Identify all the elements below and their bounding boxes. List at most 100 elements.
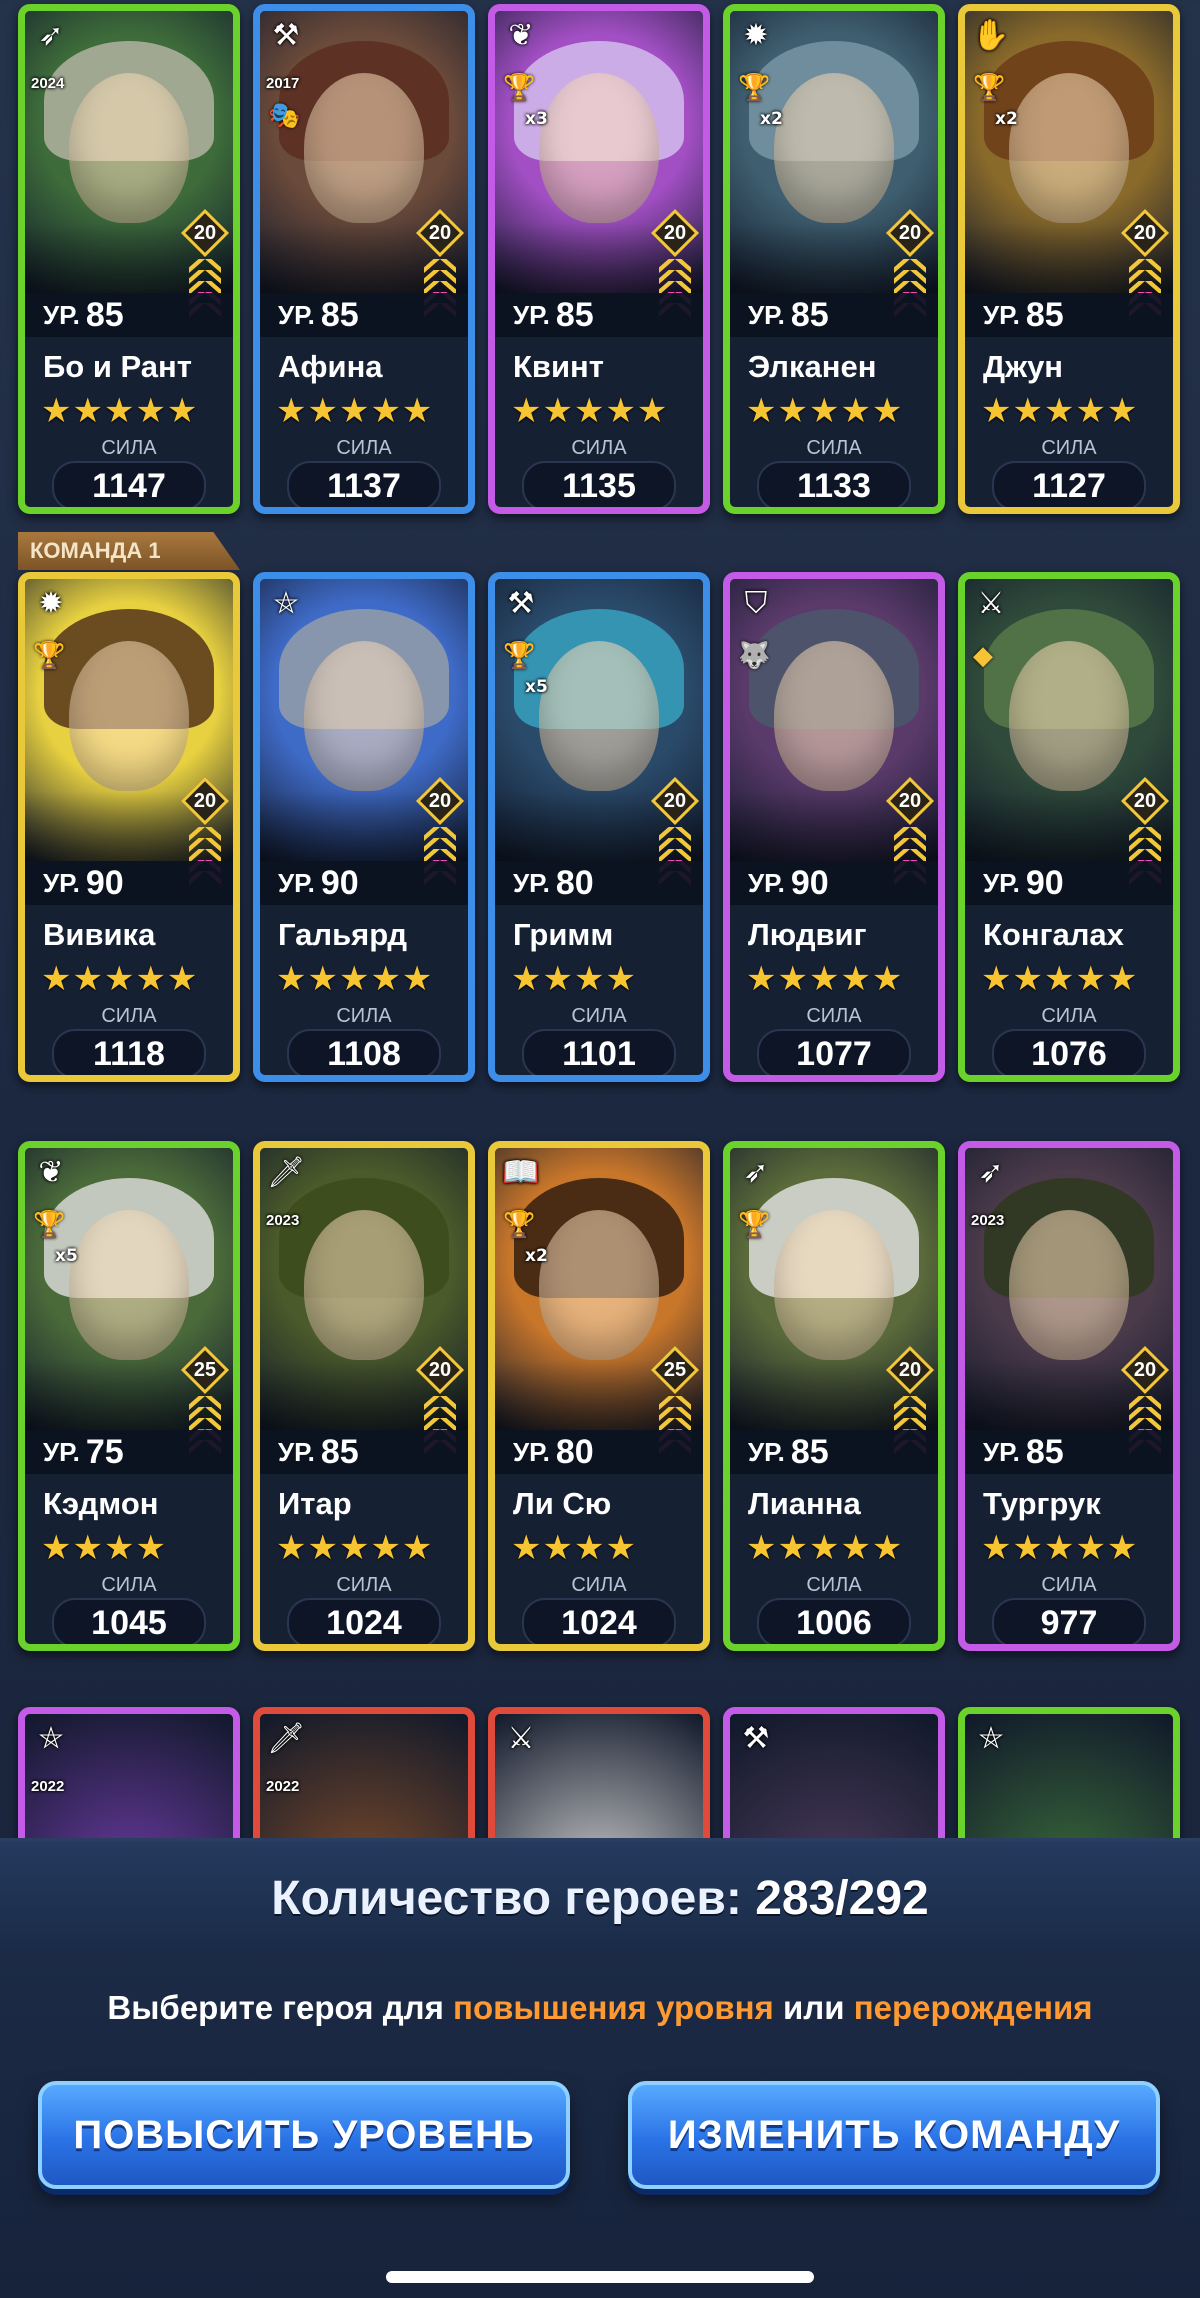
level-value: 90	[85, 863, 124, 902]
feather-icon: ❦	[38, 1154, 64, 1190]
level-value: 85	[555, 295, 594, 334]
hero-card[interactable]: ➶ 🏆 20 УР. 85 Лианна ★★★★★ СИЛА 1006	[723, 1141, 945, 1651]
change-team-button[interactable]: ИЗМЕНИТЬ КОМАНДУ	[628, 2081, 1160, 2189]
level-bar: УР. 90	[25, 861, 233, 905]
hero-card[interactable]: 📖 🏆 x2 25 УР. 80 Ли Сю ★★★★ СИЛА 1024	[488, 1141, 710, 1651]
chevron-icon	[424, 838, 456, 852]
hero-name: Кэдмон	[43, 1486, 159, 1521]
level-value: 85	[320, 295, 359, 334]
power-label: СИЛА	[806, 437, 862, 459]
hero-card[interactable]: ⛉ 🐺 20 УР. 90 Людвиг ★★★★★ СИЛА 1077	[723, 572, 945, 1082]
level-prefix: УР.	[278, 299, 315, 330]
level-prefix: УР.	[278, 867, 315, 898]
chevron-icon	[659, 838, 691, 852]
hero-name: Квинт	[513, 349, 604, 384]
hero-face	[1009, 73, 1129, 223]
hero-name: Тургрук	[983, 1486, 1101, 1521]
chevron-icon	[659, 1407, 691, 1421]
hero-count-label: Количество героев:	[271, 1872, 742, 1925]
power-value: 1024	[522, 1598, 676, 1644]
power-label: СИЛА	[571, 1574, 627, 1596]
chevron-icon	[1129, 1396, 1161, 1410]
hero-face	[1009, 641, 1129, 791]
power-value: 1076	[992, 1029, 1146, 1075]
power-label: СИЛА	[806, 1005, 862, 1027]
chevron-icon	[189, 838, 221, 852]
multiplier-badge: x2	[760, 109, 783, 129]
hint-text: Выберите героя для	[107, 1989, 454, 2026]
hero-card[interactable]: ⛤ 20 УР. 90 Гальярд ★★★★★ СИЛА 1108	[253, 572, 475, 1082]
hero-card[interactable]: ❦ 🏆 x3 20 УР. 85 Квинт ★★★★★ СИЛА 1135	[488, 4, 710, 514]
rank-badge: 25	[650, 1345, 700, 1395]
rank-value: 20	[428, 789, 452, 812]
star-rating: ★★★★★	[41, 959, 199, 999]
level-prefix: УР.	[513, 867, 550, 898]
hero-card[interactable]: ➶ 2024 20 УР. 85 Бо и Рант ★★★★★ СИЛА 1147	[18, 4, 240, 514]
level-bar: УР. 85	[965, 293, 1173, 337]
hero-name: Итар	[278, 1486, 352, 1521]
hero-card[interactable]: ⚒ 2017 🎭 20 УР. 85 Афина ★★★★★ СИЛА 1137	[253, 4, 475, 514]
level-prefix: УР.	[513, 299, 550, 330]
power-label: СИЛА	[1041, 1574, 1097, 1596]
rank-value: 20	[663, 789, 687, 812]
hero-card[interactable]: ✋ 🏆 x2 20 УР. 85 Джун ★★★★★ СИЛА 1127	[958, 4, 1180, 514]
level-prefix: УР.	[983, 299, 1020, 330]
power-label: СИЛА	[336, 437, 392, 459]
pentagram-icon: ⛤	[274, 585, 298, 621]
chevron-icon	[659, 1396, 691, 1410]
hero-name: Гримм	[513, 917, 614, 952]
rank-badge: 25	[180, 1345, 230, 1395]
team-1-tag: КОМАНДА 1	[18, 532, 240, 570]
trophy-icon: 🏆	[503, 641, 536, 671]
power-label: СИЛА	[336, 1005, 392, 1027]
hero-card[interactable]: ⚔ ◆ 20 УР. 90 Конгалах ★★★★★ СИЛА 1076	[958, 572, 1180, 1082]
rank-badge: 20	[1120, 208, 1170, 258]
hero-card[interactable]: 🗡 2023 20 УР. 85 Итар ★★★★★ СИЛА 1024	[253, 1141, 475, 1651]
trophy-icon: 🏆	[738, 1210, 771, 1240]
star-rating: ★★★★	[511, 1528, 637, 1568]
hero-card[interactable]: ❦ 🏆 x5 25 УР. 75 Кэдмон ★★★★ СИЛА 1045	[18, 1141, 240, 1651]
power-value: 1108	[287, 1029, 441, 1075]
mask-icon: 🎭	[268, 101, 301, 131]
hero-face	[304, 641, 424, 791]
level-up-button[interactable]: ПОВЫСИТЬ УРОВЕНЬ	[38, 2081, 570, 2189]
hero-card[interactable]: ✹ 🏆 x2 20 УР. 85 Элканен ★★★★★ СИЛА 1133	[723, 4, 945, 514]
multiplier-badge: x2	[525, 1246, 548, 1266]
rank-value: 20	[663, 221, 687, 244]
power-value: 1045	[52, 1598, 206, 1644]
rank-value: 25	[193, 1358, 217, 1381]
level-prefix: УР.	[43, 1436, 80, 1467]
hero-face	[304, 73, 424, 223]
star-rating: ★★★★★	[511, 391, 669, 431]
trophy-icon: 🏆	[503, 73, 536, 103]
hero-card[interactable]: ➶ 2023 20 УР. 85 Тургрук ★★★★★ СИЛА 977	[958, 1141, 1180, 1651]
trophy-icon: 🏆	[33, 641, 66, 671]
select-hint: Выберите героя для повышения уровня или …	[0, 1989, 1200, 2027]
level-bar: УР. 85	[495, 293, 703, 337]
rank-badge: 20	[415, 776, 465, 826]
star-rating: ★★★★	[41, 1528, 167, 1568]
hero-face	[539, 73, 659, 223]
power-label: СИЛА	[101, 1574, 157, 1596]
home-indicator[interactable]	[386, 2271, 814, 2283]
bow-icon: ➶	[978, 1154, 1004, 1190]
hero-count-value: 283/292	[755, 1872, 929, 1925]
dagger-icon: 🗡	[266, 1154, 306, 1190]
star-rating: ★★★★★	[276, 959, 434, 999]
rank-value: 20	[428, 221, 452, 244]
chevron-icon	[894, 1407, 926, 1421]
hero-face	[774, 1210, 894, 1360]
chevron-icon	[659, 270, 691, 284]
chevron-icon	[424, 827, 456, 841]
hero-card[interactable]: ✹ 🏆 20 УР. 90 Вивика ★★★★★ СИЛА 1118	[18, 572, 240, 1082]
star-rating: ★★★★★	[746, 391, 904, 431]
chevron-icon	[1129, 838, 1161, 852]
chevron-icon	[659, 827, 691, 841]
hero-face	[69, 641, 189, 791]
bow-icon: ➶	[743, 1154, 769, 1190]
hero-face	[1009, 1210, 1129, 1360]
power-value: 1101	[522, 1029, 676, 1075]
hero-card[interactable]: ⚒ 🏆 x5 20 УР. 80 Гримм ★★★★ СИЛА 1101	[488, 572, 710, 1082]
hero-name: Лианна	[748, 1486, 861, 1521]
level-value: 80	[555, 863, 594, 902]
